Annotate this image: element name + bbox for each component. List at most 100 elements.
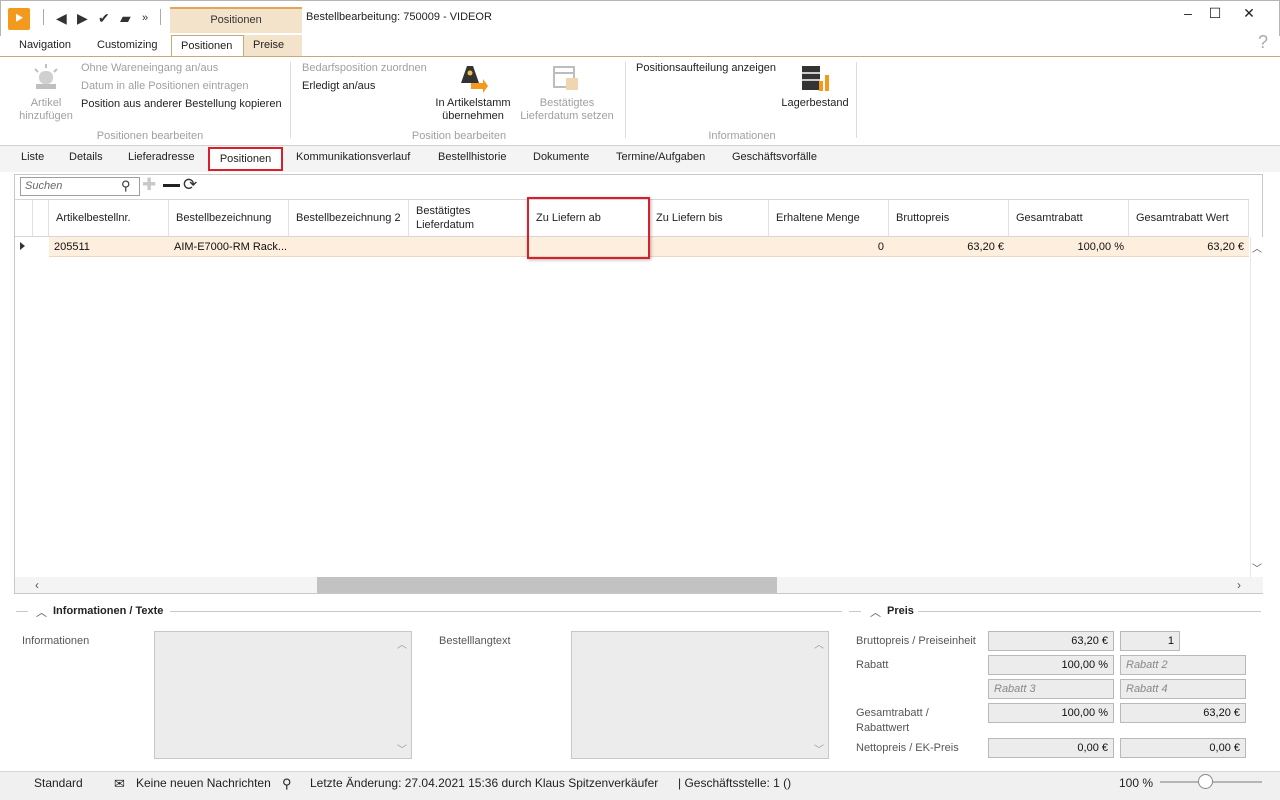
messages-status[interactable]: Keine neuen Nachrichten: [136, 776, 271, 790]
more-commands-icon[interactable]: »: [142, 10, 148, 26]
collapse-chevron-icon[interactable]: ︿: [870, 604, 881, 620]
preiseinheit-field[interactable]: 1: [1120, 631, 1180, 651]
bruttopreis-field[interactable]: 63,20 €: [988, 631, 1114, 651]
column-header[interactable]: Bestellbezeichnung 2: [289, 200, 409, 236]
erledigt-toggle-button[interactable]: Erledigt an/aus: [302, 80, 375, 92]
column-header[interactable]: Bestätigtes Lieferdatum: [409, 200, 529, 236]
tab-positionen[interactable]: Positionen: [208, 147, 283, 171]
bestelllangtext-textarea[interactable]: [571, 631, 829, 759]
column-header[interactable]: Bruttopreis: [889, 200, 1009, 236]
in-artikelstamm-button[interactable]: In Artikelstamm übernehmen: [428, 97, 518, 123]
tab-geschaeftsvorfaelle[interactable]: Geschäftsvorfälle: [732, 151, 817, 163]
remove-icon[interactable]: [163, 184, 180, 187]
forward-arrow-icon[interactable]: ▶: [77, 10, 88, 26]
minimize-icon[interactable]: –: [1175, 4, 1201, 22]
rabattwert-field[interactable]: 63,20 €: [1120, 703, 1246, 723]
rabatt4-field[interactable]: Rabatt 4: [1120, 679, 1246, 699]
scroll-right-icon[interactable]: ›: [1237, 578, 1241, 592]
column-header[interactable]: Zu Liefern bis: [649, 200, 769, 236]
table-cell[interactable]: [289, 237, 409, 257]
positionsaufteilung-button[interactable]: Positionsaufteilung anzeigen: [636, 62, 776, 74]
section-divider: [170, 611, 842, 612]
help-icon[interactable]: ?: [1258, 32, 1268, 53]
collapse-chevron-icon[interactable]: ︿: [36, 604, 47, 620]
scroll-down-icon[interactable]: ﹀: [1252, 560, 1262, 575]
scroll-up-icon[interactable]: ︿: [1252, 240, 1262, 255]
table-cell[interactable]: [409, 237, 529, 257]
position-kopieren-button[interactable]: Position aus anderer Bestellung kopieren: [81, 98, 282, 110]
ribbon-tab-preise[interactable]: Preise: [244, 35, 302, 56]
table-cell[interactable]: 63,20 €: [1129, 237, 1249, 257]
gesamtrabatt-field[interactable]: 100,00 %: [988, 703, 1114, 723]
toolbar-separator: [43, 9, 44, 25]
tab-lieferadresse[interactable]: Lieferadresse: [128, 151, 195, 163]
tab-kommunikationsverlauf[interactable]: Kommunikationsverlauf: [296, 151, 410, 163]
discussion-icon[interactable]: ▰: [120, 10, 131, 26]
add-icon[interactable]: ✚: [142, 176, 156, 194]
rabatt2-field[interactable]: Rabatt 2: [1120, 655, 1246, 675]
table-cell[interactable]: 63,20 €: [889, 237, 1009, 257]
article-transfer-icon: [461, 66, 488, 93]
column-header[interactable]: Erhaltene Menge: [769, 200, 889, 236]
table-cell[interactable]: 205511: [49, 237, 169, 257]
tab-bestellhistorie[interactable]: Bestellhistorie: [438, 151, 506, 163]
tab-termine-aufgaben[interactable]: Termine/Aufgaben: [616, 151, 705, 163]
scroll-up-icon[interactable]: ︿: [397, 636, 407, 651]
search-icon[interactable]: ⚲: [282, 776, 292, 792]
bedarfsposition-zuordnen-button[interactable]: Bedarfsposition zuordnen: [302, 62, 427, 74]
artikel-hinzufuegen-button[interactable]: Artikel hinzufügen: [14, 97, 78, 123]
rabatt3-field[interactable]: Rabatt 3: [988, 679, 1114, 699]
horizontal-scroll-thumb[interactable]: [317, 577, 777, 593]
table-cell[interactable]: [649, 237, 769, 257]
ribbon-tab-positionen[interactable]: Positionen: [171, 35, 244, 57]
ek-preis-field[interactable]: 0,00 €: [1120, 738, 1246, 758]
informationen-textarea[interactable]: [154, 631, 412, 759]
zoom-level: 100 %: [1119, 776, 1154, 790]
datum-eintragen-button[interactable]: Datum in alle Positionen eintragen: [81, 80, 249, 92]
section-divider: [16, 611, 28, 612]
toolbar-separator: [160, 9, 161, 25]
nettopreis-label: Nettopreis / EK-Preis: [856, 742, 959, 754]
vertical-scrollbar[interactable]: [1250, 237, 1263, 577]
row-indicator-header: [15, 200, 33, 236]
table-cell[interactable]: 100,00 %: [1009, 237, 1129, 257]
envelope-icon: ✉: [114, 776, 125, 791]
tab-liste[interactable]: Liste: [21, 151, 44, 163]
ribbon-tab-navigation[interactable]: Navigation: [10, 35, 80, 56]
scroll-up-icon[interactable]: ︿: [814, 636, 824, 651]
tab-dokumente[interactable]: Dokumente: [533, 151, 589, 163]
bruttopreis-label: Bruttopreis / Preiseinheit: [856, 635, 976, 647]
table-cell[interactable]: AIM-E7000-RM Rack...: [169, 237, 289, 257]
column-header[interactable]: Artikelbestellnr.: [49, 200, 169, 236]
column-header[interactable]: Gesamtrabatt Wert: [1129, 200, 1249, 236]
ribbon-tab-customizing[interactable]: Customizing: [88, 35, 167, 56]
back-arrow-icon[interactable]: ◀: [56, 10, 67, 26]
scroll-left-icon[interactable]: ‹: [35, 578, 39, 592]
tab-details[interactable]: Details: [69, 151, 103, 163]
branch-status: | Geschäftsstelle: 1 (): [678, 776, 792, 790]
column-header[interactable]: Gesamtrabatt: [1009, 200, 1129, 236]
rabatt1-field[interactable]: 100,00 %: [988, 655, 1114, 675]
nettopreis-field[interactable]: 0,00 €: [988, 738, 1114, 758]
app-logo-icon[interactable]: ⯈: [8, 8, 30, 30]
checkmark-icon[interactable]: ✔: [98, 10, 110, 26]
ohne-wareneingang-button[interactable]: Ohne Wareneingang an/aus: [81, 62, 218, 74]
maximize-icon[interactable]: ☐: [1202, 4, 1228, 22]
scroll-down-icon[interactable]: ﹀: [397, 741, 407, 756]
refresh-icon[interactable]: ⟳: [183, 176, 197, 194]
bestelllangtext-label: Bestelllangtext: [439, 635, 511, 647]
alarm-light-icon: [34, 64, 58, 89]
window-title: Bestellbearbeitung: 750009 - VIDEOR: [306, 11, 492, 23]
layout-selector[interactable]: Standard: [34, 776, 83, 790]
table-cell[interactable]: 0: [769, 237, 889, 257]
close-icon[interactable]: ✕: [1236, 4, 1262, 22]
lieferdatum-setzen-button[interactable]: Bestätigtes Lieferdatum setzen: [514, 97, 620, 123]
search-icon[interactable]: ⚲: [121, 178, 131, 194]
lagerbestand-button[interactable]: Lagerbestand: [776, 97, 854, 110]
section-divider: [918, 611, 1261, 612]
scroll-down-icon[interactable]: ﹀: [814, 741, 824, 756]
warehouse-stock-icon: [802, 66, 829, 91]
select-column-header: [33, 200, 49, 236]
column-header[interactable]: Bestellbezeichnung: [169, 200, 289, 236]
section-title-preis: Preis: [887, 605, 914, 617]
